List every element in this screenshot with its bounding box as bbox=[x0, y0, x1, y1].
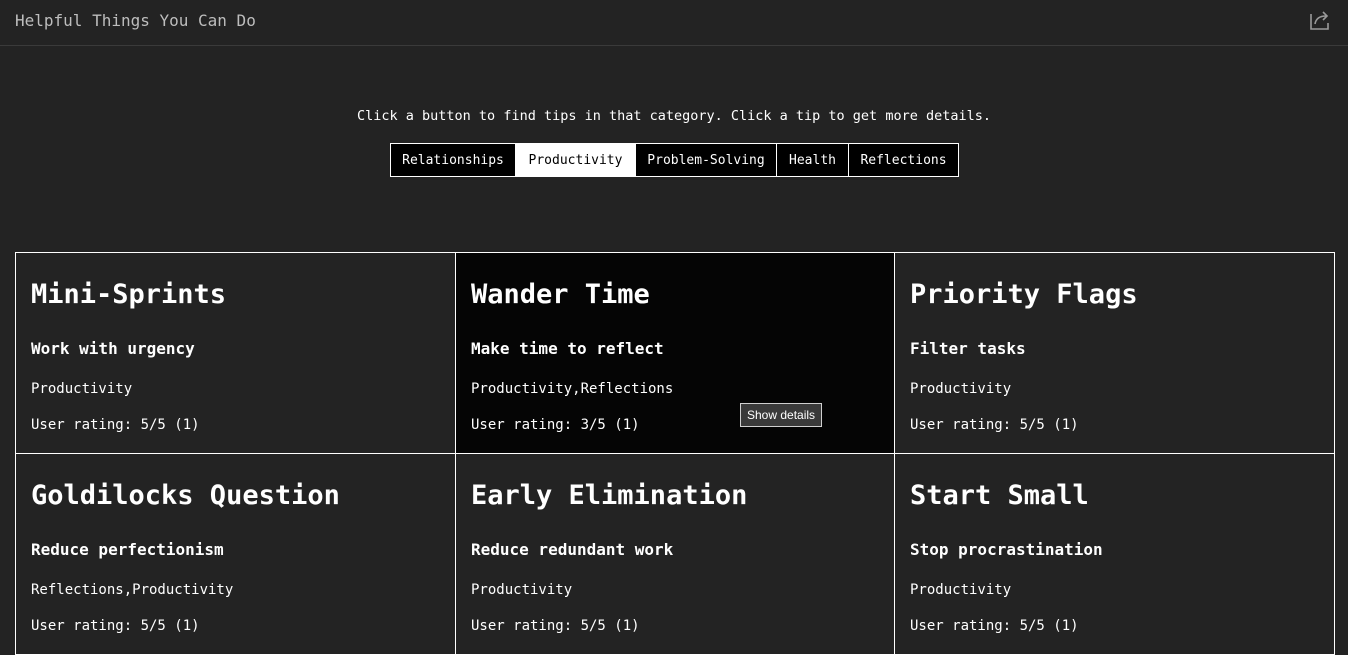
tip-subtitle: Reduce perfectionism bbox=[31, 540, 224, 559]
tip-card[interactable]: Wander Time Make time to reflect Product… bbox=[455, 252, 895, 454]
tip-title: Priority Flags bbox=[910, 279, 1138, 310]
tip-tags: Productivity,Reflections bbox=[471, 381, 674, 397]
category-button-productivity[interactable]: Productivity bbox=[515, 143, 636, 177]
tip-title: Start Small bbox=[910, 480, 1089, 511]
category-button-reflections[interactable]: Reflections bbox=[848, 143, 959, 177]
tip-rating: User rating: 3/5 (1) bbox=[471, 417, 640, 433]
tip-subtitle: Reduce redundant work bbox=[471, 540, 674, 559]
instructions-text: Click a button to find tips in that cate… bbox=[357, 108, 991, 124]
tip-subtitle: Make time to reflect bbox=[471, 339, 664, 358]
app-title: Helpful Things You Can Do bbox=[15, 11, 256, 30]
category-button-health[interactable]: Health bbox=[776, 143, 849, 177]
tip-title: Wander Time bbox=[471, 279, 650, 310]
tip-subtitle: Stop procrastination bbox=[910, 540, 1103, 559]
tip-card[interactable]: Start Small Stop procrastination Product… bbox=[894, 453, 1335, 655]
tip-tags: Productivity bbox=[471, 582, 573, 598]
category-button-relationships[interactable]: Relationships bbox=[390, 143, 516, 177]
tip-card[interactable]: Mini-Sprints Work with urgency Productiv… bbox=[15, 252, 456, 454]
category-button-row: Relationships Productivity Problem-Solvi… bbox=[390, 143, 959, 177]
tip-card[interactable]: Early Elimination Reduce redundant work … bbox=[455, 453, 895, 655]
tip-tags: Productivity bbox=[910, 381, 1012, 397]
tip-card[interactable]: Priority Flags Filter tasks Productivity… bbox=[894, 252, 1335, 454]
tip-subtitle: Work with urgency bbox=[31, 339, 195, 358]
category-button-problem-solving[interactable]: Problem-Solving bbox=[635, 143, 777, 177]
share-icon[interactable] bbox=[1308, 8, 1332, 32]
tip-rating: User rating: 5/5 (1) bbox=[910, 417, 1079, 433]
tip-tags: Productivity bbox=[910, 582, 1012, 598]
tips-grid: Mini-Sprints Work with urgency Productiv… bbox=[15, 252, 1335, 655]
tip-rating: User rating: 5/5 (1) bbox=[31, 417, 200, 433]
tip-tags: Reflections,Productivity bbox=[31, 582, 234, 598]
tip-rating: User rating: 5/5 (1) bbox=[910, 618, 1079, 634]
show-details-tooltip: Show details bbox=[740, 403, 823, 427]
tip-rating: User rating: 5/5 (1) bbox=[471, 618, 640, 634]
tip-subtitle: Filter tasks bbox=[910, 339, 1026, 358]
tip-tags: Productivity bbox=[31, 381, 133, 397]
top-bar: Helpful Things You Can Do bbox=[0, 0, 1348, 46]
tip-rating: User rating: 5/5 (1) bbox=[31, 618, 200, 634]
tip-title: Mini-Sprints bbox=[31, 279, 227, 310]
tip-card[interactable]: Goldilocks Question Reduce perfectionism… bbox=[15, 453, 456, 655]
tip-title: Goldilocks Question bbox=[31, 480, 340, 511]
tip-title: Early Elimination bbox=[471, 480, 748, 511]
